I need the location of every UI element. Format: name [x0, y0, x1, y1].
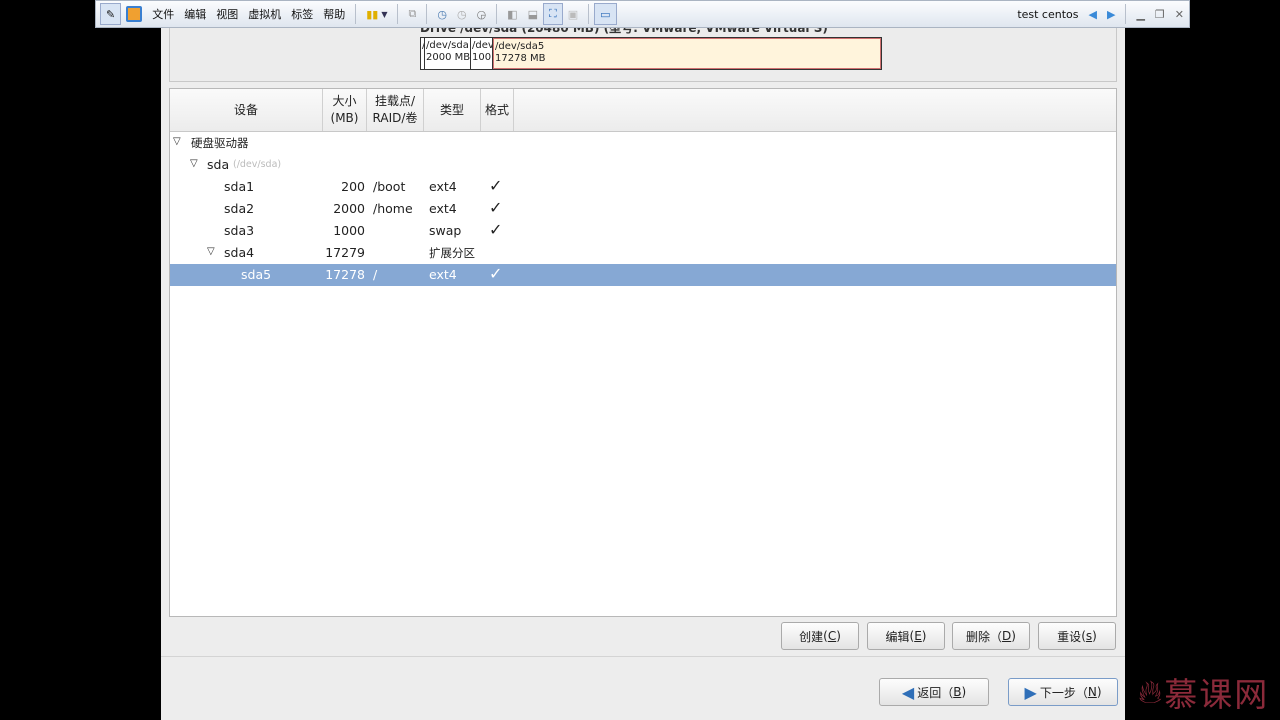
unity-icon[interactable]: ▣: [563, 3, 583, 25]
snapshot-manager-icon[interactable]: ◶: [472, 3, 492, 25]
size-cell: 2000: [333, 201, 365, 216]
format-check-icon[interactable]: ✓: [489, 198, 502, 217]
partition-seg-sda3[interactable]: /dev 100: [471, 38, 493, 69]
pin-icon[interactable]: ✎: [100, 3, 122, 25]
vm-name: test centos: [1017, 7, 1079, 21]
back-arrow-icon: ◀: [901, 682, 915, 702]
type-cell: swap: [429, 223, 462, 238]
vmware-toolbar: ✎ 文件 编辑 视图 虚拟机 标签 帮助 ▮▮ ▼ ⧉ ◷ ◷ ◶ ◧ ⬓ ⛶ ▣…: [95, 0, 1190, 28]
partition-seg-sda5[interactable]: /dev/sda5 17278 MB: [493, 38, 881, 69]
snapshot-icon[interactable]: ◷: [432, 3, 452, 25]
table-row[interactable]: sda3 1000 swap ✓: [170, 220, 1116, 242]
menu-vm[interactable]: 虚拟机: [243, 3, 286, 25]
format-check-icon[interactable]: ✓: [489, 176, 502, 195]
table-row[interactable]: sda5 17278 / ext4 ✓: [170, 264, 1116, 286]
pause-icon[interactable]: ▮▮ ▼: [361, 3, 392, 25]
size-cell: 1000: [333, 223, 365, 238]
divider: [397, 4, 399, 24]
type-cell: ext4: [429, 267, 457, 282]
divider: [588, 4, 590, 24]
next-arrow-icon: ▶: [1024, 682, 1037, 702]
edit-button[interactable]: 编辑(E): [867, 622, 945, 650]
close-icon[interactable]: ✕: [1170, 3, 1189, 25]
table-row[interactable]: sda1 200/boot ext4 ✓: [170, 176, 1116, 198]
type-cell: ext4: [429, 179, 457, 194]
expander-icon[interactable]: ▽: [173, 136, 181, 147]
col-format[interactable]: 格式: [481, 89, 514, 131]
partition-table: 设备 大小 (MB) 挂载点/ RAID/卷 类型 格式 ▽ 硬盘驱动器 ▽ s…: [169, 88, 1117, 617]
menu-tabs[interactable]: 标签: [286, 3, 318, 25]
vm-app-icon[interactable]: [121, 3, 147, 25]
thumbnail-view-icon[interactable]: ⬓: [523, 3, 543, 25]
menu-file[interactable]: 文件: [147, 3, 179, 25]
expander-icon[interactable]: ▽: [190, 158, 198, 169]
tree-row-disk[interactable]: ▽ sda (/dev/sda): [170, 154, 1116, 176]
back-button[interactable]: ◀ 返回（ B): [879, 678, 989, 706]
format-check-icon[interactable]: ✓: [489, 220, 502, 239]
partition-seg-sda2[interactable]: /dev/sda 2000 MB: [425, 38, 471, 69]
restore-icon[interactable]: ❐: [1150, 3, 1170, 25]
device-cell: sda1: [224, 179, 255, 194]
col-size[interactable]: 大小 (MB): [323, 89, 367, 131]
divider: [426, 4, 428, 24]
next-button[interactable]: ▶ 下一步（ N): [1008, 678, 1118, 706]
vm-screen: Drive /dev/sda (20480 MB) (型号: VMware, V…: [161, 0, 1125, 720]
table-header: 设备 大小 (MB) 挂载点/ RAID/卷 类型 格式: [170, 89, 1116, 132]
menu-help[interactable]: 帮助: [318, 3, 350, 25]
device-cell: sda4: [224, 245, 255, 260]
prev-vm-icon[interactable]: ◀: [1084, 3, 1102, 25]
divider: [161, 656, 1125, 657]
col-type[interactable]: 类型: [424, 89, 481, 131]
sidebar-view-icon[interactable]: ◧: [502, 3, 522, 25]
menu-view[interactable]: 视图: [211, 3, 243, 25]
divider: [1125, 4, 1127, 24]
type-cell: 扩展分区: [429, 246, 475, 260]
mount-cell: /boot: [373, 179, 406, 194]
tree-row-group[interactable]: ▽ 硬盘驱动器: [170, 132, 1116, 154]
group-label: 硬盘驱动器: [191, 136, 249, 150]
console-view-icon[interactable]: ▭: [594, 3, 617, 25]
col-device[interactable]: 设备: [170, 89, 323, 131]
reset-button[interactable]: 重设(s): [1038, 622, 1116, 650]
device-cell: sda5: [241, 267, 272, 282]
size-cell: 200: [341, 179, 365, 194]
next-vm-icon[interactable]: ▶: [1102, 3, 1120, 25]
table-row[interactable]: ▽ sda4 17279 扩展分区: [170, 242, 1116, 264]
delete-button[interactable]: 删除（ D): [952, 622, 1030, 650]
create-button[interactable]: 创建(C): [781, 622, 859, 650]
partition-bar: / /dev/sda2000 MB /dev100 /dev/sda517278…: [420, 37, 882, 70]
fullscreen-icon[interactable]: ⛶: [542, 3, 563, 25]
size-cell: 17279: [325, 245, 365, 260]
divider: [355, 4, 357, 24]
flame-icon: 🔥︎: [1138, 672, 1163, 711]
network-icon[interactable]: ⧉: [403, 3, 421, 25]
expander-icon[interactable]: ▽: [207, 246, 215, 257]
mount-cell: /: [373, 267, 378, 282]
watermark-logo: 🔥︎ 慕课网: [1138, 672, 1270, 714]
disk-label: sda: [207, 157, 230, 172]
divider: [496, 4, 498, 24]
col-mount[interactable]: 挂载点/ RAID/卷: [367, 89, 424, 131]
mount-cell: /home: [373, 201, 413, 216]
disk-path: (/dev/sda): [233, 159, 282, 170]
menu-edit[interactable]: 编辑: [179, 3, 211, 25]
minimize-icon[interactable]: ▁: [1131, 3, 1149, 25]
size-cell: 17278: [325, 267, 365, 282]
device-cell: sda2: [224, 201, 255, 216]
format-check-icon[interactable]: ✓: [489, 264, 502, 283]
table-row[interactable]: sda2 2000/home ext4 ✓: [170, 198, 1116, 220]
device-cell: sda3: [224, 223, 255, 238]
type-cell: ext4: [429, 201, 457, 216]
revert-snapshot-icon[interactable]: ◷: [452, 3, 472, 25]
